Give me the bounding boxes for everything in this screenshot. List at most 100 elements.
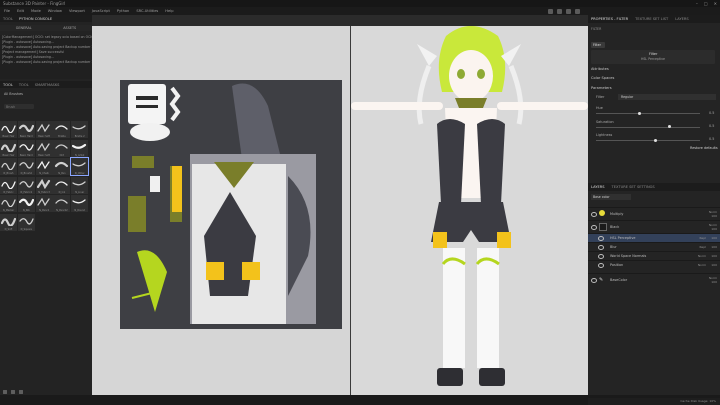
- close-button[interactable]: ✕: [714, 1, 717, 6]
- tab-layers-top[interactable]: LAYERS: [675, 17, 689, 21]
- layer-row-multiply[interactable]: Multiply Norm 100: [588, 207, 720, 219]
- brush-tile[interactable]: N_Round: [71, 195, 89, 213]
- tab-shelf-tool-2[interactable]: TOOL: [19, 83, 29, 87]
- tab-python-console[interactable]: PYTHON CONSOLE: [19, 17, 52, 21]
- layer-row-hsl-perceptive[interactable]: HSL Perceptive Repl 100: [588, 233, 720, 242]
- brush-tile[interactable]: Bristle 2: [71, 121, 89, 138]
- brush-tile[interactable]: N_Fabric3: [35, 176, 53, 194]
- menu-viewport[interactable]: Viewport: [69, 9, 85, 13]
- menu-mode[interactable]: Mode: [31, 9, 41, 13]
- minimize-button[interactable]: –: [696, 1, 698, 6]
- brush-tile[interactable]: Bristle: [53, 121, 71, 138]
- eye-icon[interactable]: [591, 225, 597, 230]
- camera-icon[interactable]: [548, 8, 553, 14]
- layer-blend[interactable]: Norm: [698, 263, 706, 267]
- tab-smartmasks[interactable]: SMARTMASKS: [35, 83, 60, 87]
- shelf-filter[interactable]: All Brushes: [4, 92, 23, 96]
- tab-texture-set-list[interactable]: TEXTURE SET LIST: [635, 17, 668, 21]
- layer-row-blur[interactable]: Blur Repl 100: [588, 242, 720, 251]
- layer-row-position[interactable]: Position Norm 100: [588, 260, 720, 269]
- brush-tile[interactable]: N_Chalk: [35, 158, 53, 176]
- brush-tile[interactable]: N_Other: [70, 157, 90, 177]
- search-input[interactable]: Brush: [4, 104, 34, 109]
- render-icon[interactable]: [575, 8, 580, 14]
- brush-tile[interactable]: N_Nib: [17, 195, 35, 213]
- eye-icon[interactable]: [598, 263, 604, 268]
- brush-tile[interactable]: N_Brush: [0, 158, 17, 176]
- import-icon[interactable]: [11, 390, 15, 394]
- section-attributes[interactable]: Attributes: [591, 67, 609, 71]
- menu-window[interactable]: Window: [48, 9, 62, 13]
- eye-icon[interactable]: [591, 212, 597, 217]
- brush-tile[interactable]: Basic Hard: [17, 139, 35, 157]
- brush-tile[interactable]: Basic Hard: [17, 121, 35, 138]
- eye-icon[interactable]: [598, 254, 604, 259]
- grid-icon[interactable]: [557, 8, 562, 14]
- trash-icon[interactable]: [3, 390, 7, 394]
- tab-properties-filter[interactable]: PROPERTIES - FILTER: [591, 17, 628, 21]
- menu-edit[interactable]: Edit: [17, 9, 24, 13]
- brush-tile[interactable]: N_Fabric2: [17, 176, 35, 194]
- brush-tile[interactable]: N_Fabric: [0, 176, 17, 194]
- layer-opacity[interactable]: 100: [711, 263, 717, 267]
- tab-shelf-tool[interactable]: TOOL: [3, 83, 13, 87]
- layer-opacity[interactable]: 100: [711, 254, 717, 258]
- brush-tile[interactable]: N_Liner: [71, 176, 89, 194]
- viewport-2d[interactable]: [92, 26, 350, 395]
- brush-tile[interactable]: N_Marker: [0, 195, 17, 213]
- brush-tile[interactable]: Basic Soft: [35, 121, 53, 138]
- layer-opacity[interactable]: 100: [711, 245, 717, 249]
- layer-opacity[interactable]: 100: [711, 280, 717, 284]
- hue-slider-knob[interactable]: [638, 112, 641, 115]
- brush-tile[interactable]: N_Pencil: [35, 195, 53, 213]
- folder-icon[interactable]: [19, 390, 23, 394]
- lightness-slider-knob[interactable]: [654, 139, 657, 142]
- layer-blend[interactable]: Norm: [698, 254, 706, 258]
- eye-icon[interactable]: [591, 278, 597, 283]
- brush-tile[interactable]: N_Brush2: [17, 158, 35, 176]
- lightness-slider[interactable]: [596, 140, 700, 141]
- layer-opacity[interactable]: 100: [711, 236, 717, 240]
- menu-python[interactable]: Python: [117, 9, 129, 13]
- layer-blend[interactable]: Repl: [699, 245, 706, 249]
- tab-layers[interactable]: LAYERS: [591, 185, 605, 189]
- brush-tile[interactable]: N_Pencil2: [53, 195, 71, 213]
- param-filter-select[interactable]: Regular: [618, 94, 716, 100]
- layer-opacity[interactable]: 100: [711, 214, 717, 218]
- layer-row-black[interactable]: Black Norm 100: [588, 220, 720, 232]
- brush-tile[interactable]: Basic Soft: [35, 139, 53, 157]
- layer-opacity[interactable]: 100: [711, 227, 717, 231]
- brush-tile[interactable]: N_Square: [17, 214, 35, 231]
- maximize-button[interactable]: □: [704, 1, 708, 6]
- brush-tile[interactable]: Basic Hair: [0, 139, 17, 157]
- hue-slider[interactable]: [596, 113, 700, 114]
- display-icon[interactable]: [566, 8, 571, 14]
- restore-defaults-button[interactable]: Restore defaults: [690, 146, 718, 150]
- filter-button[interactable]: Filter: [591, 42, 605, 48]
- brush-tile[interactable]: N_Ink: [53, 176, 71, 194]
- section-color-spaces[interactable]: Color Spaces: [591, 76, 614, 80]
- channel-select[interactable]: Base color: [591, 194, 631, 200]
- section-parameters[interactable]: Parameters: [591, 86, 612, 90]
- brush-tile[interactable]: Basic Hair: [0, 121, 17, 138]
- subtab-assets[interactable]: ASSETS: [63, 26, 76, 30]
- layer-row-basecolor[interactable]: ✎ BaseColor Norm 100: [588, 273, 720, 285]
- menu-src-utilities[interactable]: SRC-Utilities: [136, 9, 158, 13]
- brush-tile[interactable]: N_Pen: [53, 158, 71, 176]
- tab-texture-set-settings[interactable]: TEXTURE SET SETTINGS: [612, 185, 655, 189]
- eye-icon[interactable]: [598, 236, 604, 241]
- filter-resource[interactable]: Filter HSL Perceptive: [591, 50, 715, 64]
- eye-icon[interactable]: [598, 245, 604, 250]
- layer-blend[interactable]: Repl: [699, 236, 706, 240]
- saturation-slider[interactable]: [596, 127, 700, 128]
- brush-tile[interactable]: N_Soft: [0, 214, 17, 231]
- brush-tile[interactable]: N_Artist: [71, 139, 89, 157]
- menu-help[interactable]: Help: [165, 9, 173, 13]
- brush-tile[interactable]: Dirt: [53, 139, 71, 157]
- menu-javascript[interactable]: JavaScript: [92, 9, 110, 13]
- viewport-3d[interactable]: [351, 26, 588, 395]
- saturation-slider-knob[interactable]: [668, 125, 671, 128]
- tab-tool[interactable]: TOOL: [3, 17, 13, 21]
- subtab-general[interactable]: GENERAL: [16, 26, 32, 30]
- layer-row-world-space-normals[interactable]: World Space Normals Norm 100: [588, 251, 720, 260]
